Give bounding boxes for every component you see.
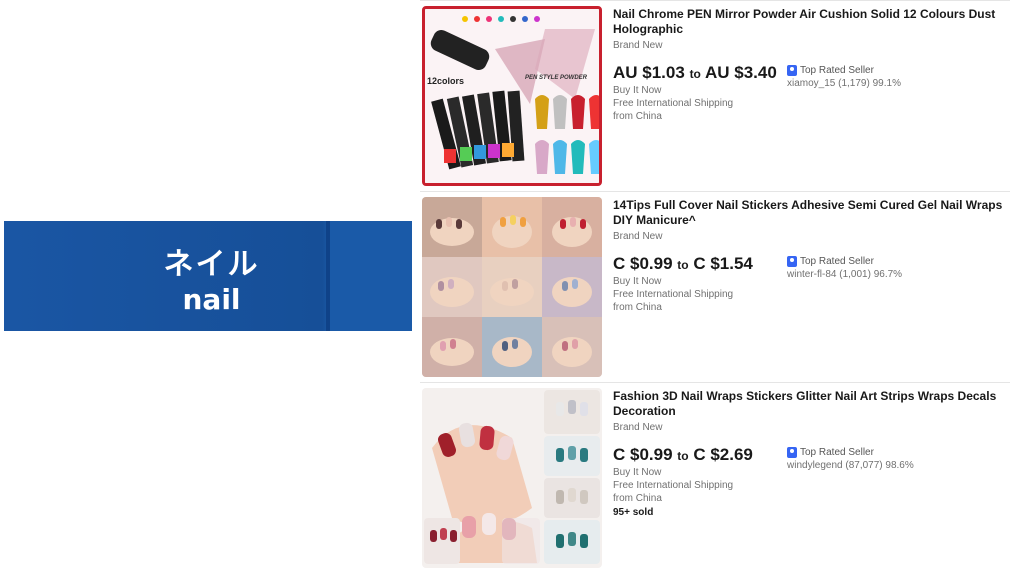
shipping-info: Free International Shipping from China xyxy=(613,289,734,313)
sold-count: 95+ sold xyxy=(613,507,654,518)
search-results-list: 12colors PEN STYLE POWDER Nail Chrome PE… xyxy=(420,0,1010,573)
seller-details: winter-fl-84 (1,001) 96.7% xyxy=(787,269,903,280)
nail-stickers-image xyxy=(422,197,602,377)
top-rated-label: Top Rated Seller xyxy=(800,256,874,267)
item-info: 14Tips Full Cover Nail Stickers Adhesive… xyxy=(613,198,1008,314)
top-rated-label: Top Rated Seller xyxy=(800,447,874,458)
banner-english-label: nail xyxy=(182,283,241,316)
seller-info: Top Rated Seller xiamoy_15 (1,179) 99.1% xyxy=(787,65,1002,89)
seller-details: xiamoy_15 (1,179) 99.1% xyxy=(787,78,901,89)
item-price: C $0.99 to C $1.54 xyxy=(613,254,788,275)
product-thumbnail[interactable] xyxy=(422,388,602,568)
price-high: C $1.54 xyxy=(693,254,753,273)
thumb-caption-left: 12colors xyxy=(427,76,464,86)
top-rated-badge: Top Rated Seller xyxy=(787,65,1002,76)
item-condition: Brand New xyxy=(613,422,663,433)
top-rated-icon xyxy=(787,65,797,76)
item-title[interactable]: Fashion 3D Nail Wraps Stickers Glitter N… xyxy=(613,389,1008,419)
thumb-caption-right: PEN STYLE POWDER xyxy=(525,75,588,81)
shipping-info: Free International Shipping from China xyxy=(613,98,734,122)
seller-details: windylegend (87,077) 98.6% xyxy=(787,460,914,471)
seller-info: Top Rated Seller windylegend (87,077) 98… xyxy=(787,447,1002,471)
shipping-info: Free International Shipping from China xyxy=(613,480,734,504)
top-rated-label: Top Rated Seller xyxy=(800,65,874,76)
product-thumbnail[interactable] xyxy=(422,197,602,377)
price-high: C $2.69 xyxy=(693,445,753,464)
item-title[interactable]: Nail Chrome PEN Mirror Powder Air Cushio… xyxy=(613,7,1008,37)
product-thumbnail[interactable]: 12colors PEN STYLE POWDER xyxy=(422,6,602,186)
price-low: C $0.99 xyxy=(613,445,673,464)
list-item[interactable]: 14Tips Full Cover Nail Stickers Adhesive… xyxy=(420,191,1010,381)
chrome-pen-image: 12colors PEN STYLE POWDER xyxy=(425,9,599,183)
price-to: to xyxy=(677,258,689,272)
top-rated-icon xyxy=(787,447,797,458)
price-high: AU $3.40 xyxy=(704,63,777,82)
price-low: AU $1.03 xyxy=(613,63,685,82)
list-item[interactable]: 12colors PEN STYLE POWDER Nail Chrome PE… xyxy=(420,0,1010,190)
top-rated-badge: Top Rated Seller xyxy=(787,447,1002,458)
price-to: to xyxy=(677,449,689,463)
item-price: AU $1.03 to AU $3.40 xyxy=(613,63,783,84)
price-low: C $0.99 xyxy=(613,254,673,273)
price-to: to xyxy=(689,67,701,81)
top-rated-icon xyxy=(787,256,797,267)
item-info: Fashion 3D Nail Wraps Stickers Glitter N… xyxy=(613,389,1008,518)
banner-japanese-label: ネイル xyxy=(163,247,260,282)
item-title[interactable]: 14Tips Full Cover Nail Stickers Adhesive… xyxy=(613,198,1008,228)
seller-info: Top Rated Seller winter-fl-84 (1,001) 96… xyxy=(787,256,1002,280)
top-rated-badge: Top Rated Seller xyxy=(787,256,1002,267)
item-condition: Brand New xyxy=(613,231,663,242)
nail-wraps-image xyxy=(422,388,602,568)
keyword-banner: ネイル nail xyxy=(4,221,412,331)
list-item[interactable]: Fashion 3D Nail Wraps Stickers Glitter N… xyxy=(420,382,1010,572)
item-condition: Brand New xyxy=(613,40,663,51)
item-price: C $0.99 to C $2.69 xyxy=(613,445,788,466)
item-info: Nail Chrome PEN Mirror Powder Air Cushio… xyxy=(613,7,1008,123)
